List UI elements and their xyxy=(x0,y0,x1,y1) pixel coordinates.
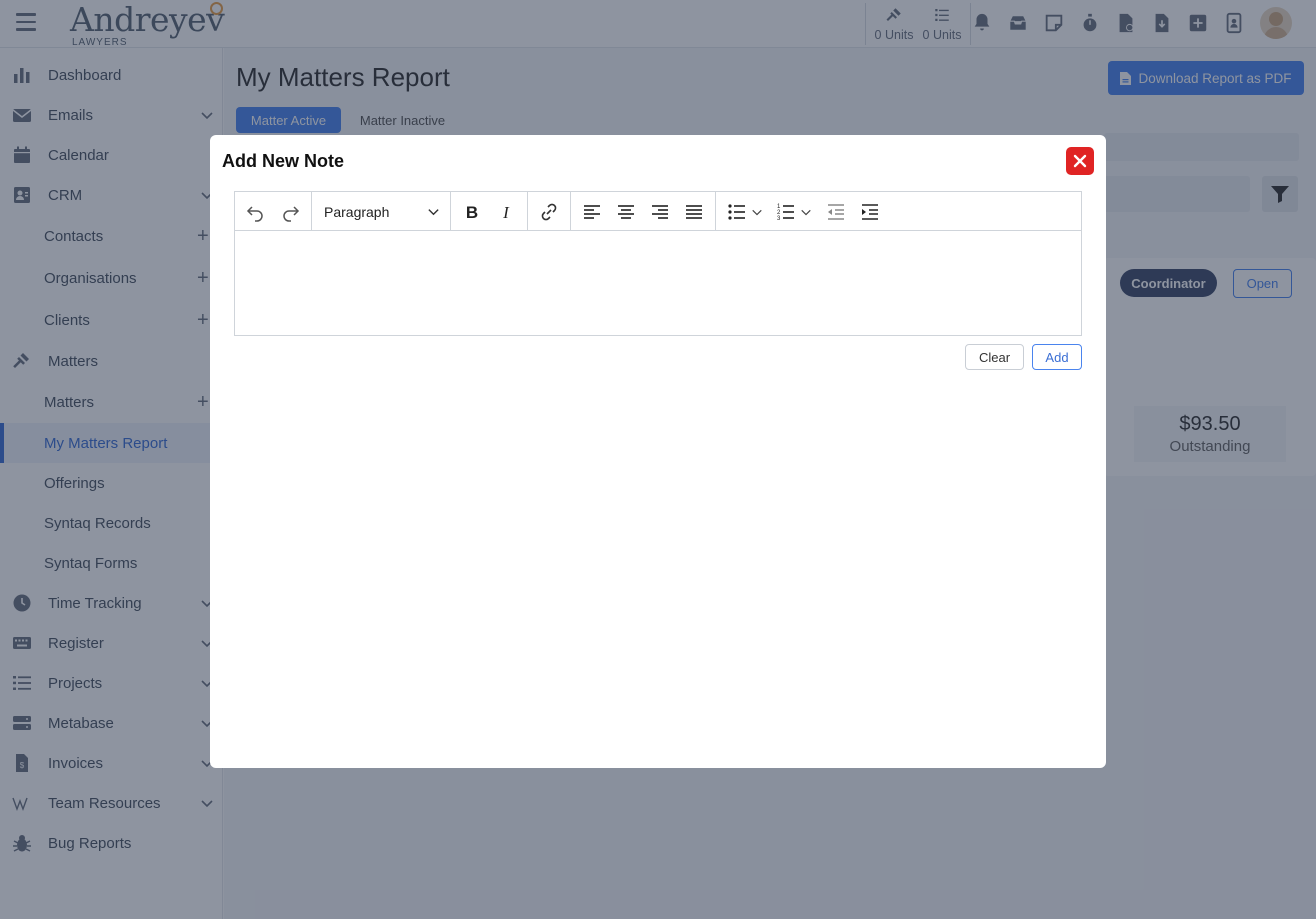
italic-icon: I xyxy=(502,203,510,222)
bold-icon: B xyxy=(466,203,478,222)
align-center-icon xyxy=(618,205,634,219)
align-justify-button[interactable] xyxy=(682,200,706,224)
note-editor-area[interactable] xyxy=(235,231,1081,335)
svg-text:B: B xyxy=(466,203,478,222)
chevron-down-icon xyxy=(801,209,811,216)
svg-text:I: I xyxy=(502,203,510,222)
alignment-group xyxy=(571,192,716,231)
list-group: 123 xyxy=(716,192,896,231)
bulleted-list-dropdown[interactable] xyxy=(749,200,765,224)
link-group xyxy=(528,192,571,231)
align-right-button[interactable] xyxy=(648,200,672,224)
numbered-list-button[interactable]: 123 xyxy=(774,200,798,224)
align-right-icon xyxy=(652,205,668,219)
redo-icon xyxy=(283,206,300,222)
align-justify-icon xyxy=(686,205,702,219)
svg-text:3: 3 xyxy=(777,216,781,222)
chevron-down-icon xyxy=(752,209,762,216)
numbered-list-icon: 123 xyxy=(777,204,794,222)
bulleted-list-button[interactable] xyxy=(725,200,749,224)
editor-toolbar: Paragraph B I 1 2 3 xyxy=(235,192,1081,231)
close-icon xyxy=(1073,154,1087,168)
align-left-icon xyxy=(584,205,600,219)
block-format-group: Paragraph xyxy=(312,192,451,231)
outdent-icon xyxy=(828,204,844,220)
chevron-down-icon xyxy=(428,209,439,216)
bulleted-list-icon xyxy=(728,204,745,220)
paragraph-select[interactable]: Paragraph xyxy=(312,192,450,231)
close-button[interactable] xyxy=(1066,147,1094,175)
outdent-button[interactable] xyxy=(824,200,848,224)
undo-button[interactable] xyxy=(243,200,267,224)
align-left-button[interactable] xyxy=(580,200,604,224)
indent-icon xyxy=(862,204,878,220)
redo-button[interactable] xyxy=(279,200,303,224)
clear-button[interactable]: Clear xyxy=(965,344,1024,370)
add-note-modal: Add New Note Paragraph B I 1 2 3 Clear A… xyxy=(210,135,1106,768)
link-button[interactable] xyxy=(537,200,561,224)
indent-button[interactable] xyxy=(858,200,882,224)
italic-button[interactable]: I xyxy=(494,200,518,224)
paragraph-select-value: Paragraph xyxy=(324,203,390,220)
history-group xyxy=(235,192,312,231)
add-button[interactable]: Add xyxy=(1032,344,1082,370)
rich-text-editor: Paragraph B I 1 2 3 xyxy=(234,191,1082,336)
align-center-button[interactable] xyxy=(614,200,638,224)
bold-button[interactable]: B xyxy=(460,200,484,224)
undo-icon xyxy=(246,206,263,222)
link-icon xyxy=(541,203,557,221)
modal-title: Add New Note xyxy=(222,151,345,171)
numbered-list-dropdown[interactable] xyxy=(798,200,814,224)
text-style-group: B I xyxy=(451,192,528,231)
